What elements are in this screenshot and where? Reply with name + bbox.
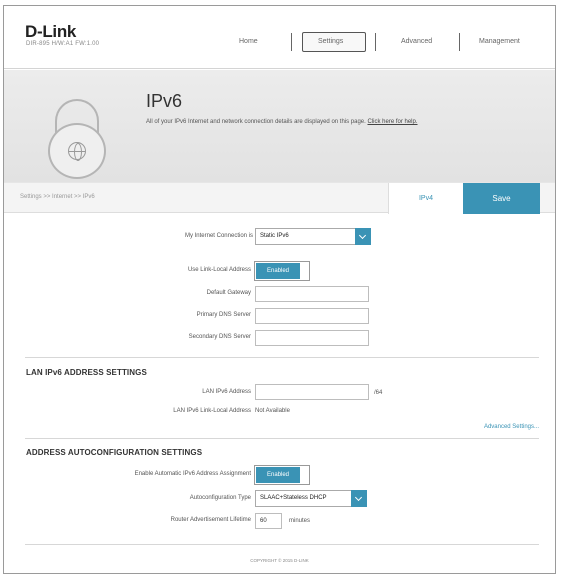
copyright-footer: COPYRIGHT © 2015 D-LINK <box>250 558 309 563</box>
router-admin-page: D-Link DIR-895 H/W:A1 FW:1.00 Home Setti… <box>3 5 556 574</box>
autoconfig-type-value: SLAAC+Stateless DHCP <box>260 495 327 501</box>
autoconfig-section-title: ADDRESS AUTOCONFIGURATION SETTINGS <box>26 448 203 457</box>
section-divider <box>25 438 539 439</box>
lan-link-local-value: Not Available <box>255 408 290 414</box>
default-gateway-label: Default Gateway <box>206 290 251 296</box>
ipv4-button[interactable]: IPv4 <box>388 183 463 214</box>
primary-dns-input[interactable] <box>255 308 369 324</box>
advanced-settings-link[interactable]: Advanced Settings... <box>484 424 539 430</box>
primary-dns-label: Primary DNS Server <box>196 312 251 318</box>
chevron-down-icon[interactable] <box>351 490 367 507</box>
link-local-label: Use Link-Local Address <box>187 267 251 273</box>
nav-settings[interactable]: Settings <box>318 38 343 45</box>
ra-lifetime-input[interactable]: 60 <box>255 513 282 529</box>
nav-advanced[interactable]: Advanced <box>401 38 432 45</box>
lan-link-local-label: LAN IPv6 Link-Local Address <box>173 408 251 414</box>
nav-management[interactable]: Management <box>479 38 520 45</box>
autoconfig-type-label: Autoconfiguration Type <box>189 495 251 501</box>
page-banner: IPv6 All of your IPv6 Internet and netwo… <box>4 70 555 182</box>
secondary-dns-label: Secondary DNS Server <box>188 334 251 340</box>
connection-type-value: Static IPv6 <box>260 233 289 239</box>
prefix-suffix: /64 <box>374 390 383 396</box>
lan-section-title: LAN IPv6 ADDRESS SETTINGS <box>26 368 147 377</box>
connection-type-label: My Internet Connection is <box>184 233 253 239</box>
page-description: All of your IPv6 Internet and network co… <box>146 119 418 125</box>
top-header: D-Link DIR-895 H/W:A1 FW:1.00 Home Setti… <box>4 6 555 69</box>
dlink-logo[interactable]: D-Link <box>25 22 76 42</box>
lifetime-unit: minutes <box>289 518 311 524</box>
link-local-toggle[interactable]: Enabled <box>254 261 310 281</box>
nav-divider <box>291 33 292 51</box>
description-text: All of your IPv6 Internet and network co… <box>146 119 366 125</box>
lan-address-label: LAN IPv6 Address <box>202 389 251 395</box>
auto-assign-toggle[interactable]: Enabled <box>254 465 310 485</box>
default-gateway-input[interactable] <box>255 286 369 302</box>
toolbar: Settings >> Internet >> IPv6 IPv4 Save <box>4 182 555 214</box>
autoconfig-type-select[interactable]: SLAAC+Stateless DHCP <box>255 490 367 507</box>
breadcrumb: Settings >> Internet >> IPv6 <box>20 194 95 200</box>
ra-lifetime-label: Router Advertisement Lifetime <box>170 517 251 523</box>
globe-icon <box>68 142 86 161</box>
auto-assign-label: Enable Automatic IPv6 Address Assignment <box>134 471 251 477</box>
toggle-enabled-indicator: Enabled <box>256 467 300 483</box>
nav-divider <box>375 33 376 51</box>
nav-divider <box>459 33 460 51</box>
secondary-dns-input[interactable] <box>255 330 369 346</box>
toggle-enabled-indicator: Enabled <box>256 263 300 279</box>
save-button[interactable]: Save <box>463 183 540 214</box>
nav-home[interactable]: Home <box>239 38 258 45</box>
lan-address-input[interactable] <box>255 384 369 400</box>
footer-divider <box>25 544 539 545</box>
device-info: DIR-895 H/W:A1 FW:1.00 <box>26 41 100 47</box>
section-divider <box>25 357 539 358</box>
chevron-down-icon[interactable] <box>355 228 371 245</box>
page-title: IPv6 <box>146 91 183 111</box>
help-link[interactable]: Click here for help. <box>367 119 417 125</box>
connection-type-select[interactable]: Static IPv6 <box>255 228 371 245</box>
